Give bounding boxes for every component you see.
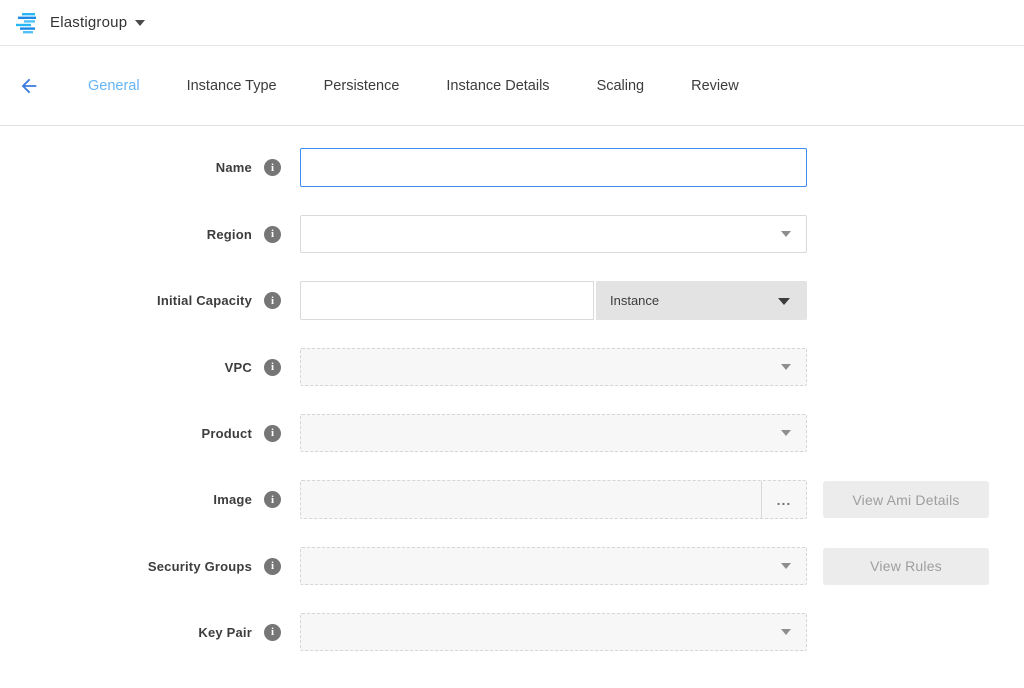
initial-capacity-input[interactable] [300, 281, 594, 320]
key-pair-label: Key Pair [198, 625, 252, 640]
image-input: ... [300, 480, 807, 519]
tab-instance-type[interactable]: Instance Type [187, 78, 277, 94]
name-input[interactable] [300, 148, 807, 187]
security-groups-dropdown [300, 547, 807, 585]
info-icon[interactable]: i [264, 558, 281, 575]
region-dropdown[interactable] [300, 215, 807, 253]
tab-scaling[interactable]: Scaling [597, 78, 645, 94]
info-icon[interactable]: i [264, 292, 281, 309]
chevron-down-icon [781, 430, 791, 436]
name-label: Name [216, 160, 252, 175]
chevron-down-icon [781, 364, 791, 370]
capacity-unit-value: Instance [610, 293, 659, 308]
back-arrow-icon[interactable] [18, 75, 58, 97]
info-icon[interactable]: i [264, 359, 281, 376]
form-row-key-pair: Key Pair i [0, 613, 1024, 651]
form-row-region: Region i [0, 215, 1024, 253]
form-row-name: Name i [0, 148, 1024, 187]
info-icon[interactable]: i [264, 159, 281, 176]
tab-persistence[interactable]: Persistence [324, 78, 400, 94]
image-value [301, 481, 761, 518]
form-row-vpc: VPC i [0, 348, 1024, 386]
initial-capacity-label: Initial Capacity [157, 293, 252, 308]
general-form: Name i Region i Initial Capacity i Insta… [0, 126, 1024, 651]
tab-review[interactable]: Review [691, 78, 739, 94]
product-label: Product [201, 426, 252, 441]
chevron-down-icon [781, 563, 791, 569]
info-icon[interactable]: i [264, 624, 281, 641]
browse-image-button[interactable]: ... [761, 481, 806, 518]
product-dropdown [300, 414, 807, 452]
form-row-product: Product i [0, 414, 1024, 452]
elastigroup-logo-icon [14, 10, 40, 36]
form-row-initial-capacity: Initial Capacity i Instance [0, 281, 1024, 320]
info-icon[interactable]: i [264, 491, 281, 508]
wizard-tab-bar: General Instance Type Persistence Instan… [0, 46, 1024, 126]
info-icon[interactable]: i [264, 425, 281, 442]
region-label: Region [207, 227, 252, 242]
tab-instance-details[interactable]: Instance Details [446, 78, 549, 94]
chevron-down-icon [778, 298, 790, 305]
image-label: Image [213, 492, 252, 507]
chevron-down-icon [781, 231, 791, 237]
vpc-dropdown [300, 348, 807, 386]
chevron-down-icon[interactable] [135, 20, 145, 26]
chevron-down-icon [781, 629, 791, 635]
top-bar: Elastigroup [0, 0, 1024, 46]
security-groups-label: Security Groups [148, 559, 252, 574]
form-row-image: Image i ... View Ami Details [0, 480, 1024, 519]
app-name[interactable]: Elastigroup [50, 14, 127, 31]
view-rules-button[interactable]: View Rules [823, 548, 989, 585]
wizard-tabs: General Instance Type Persistence Instan… [88, 78, 786, 94]
info-icon[interactable]: i [264, 226, 281, 243]
key-pair-dropdown [300, 613, 807, 651]
tab-general[interactable]: General [88, 78, 140, 94]
vpc-label: VPC [225, 360, 252, 375]
form-row-security-groups: Security Groups i View Rules [0, 547, 1024, 585]
capacity-unit-dropdown[interactable]: Instance [596, 281, 807, 320]
view-ami-details-button[interactable]: View Ami Details [823, 481, 989, 518]
